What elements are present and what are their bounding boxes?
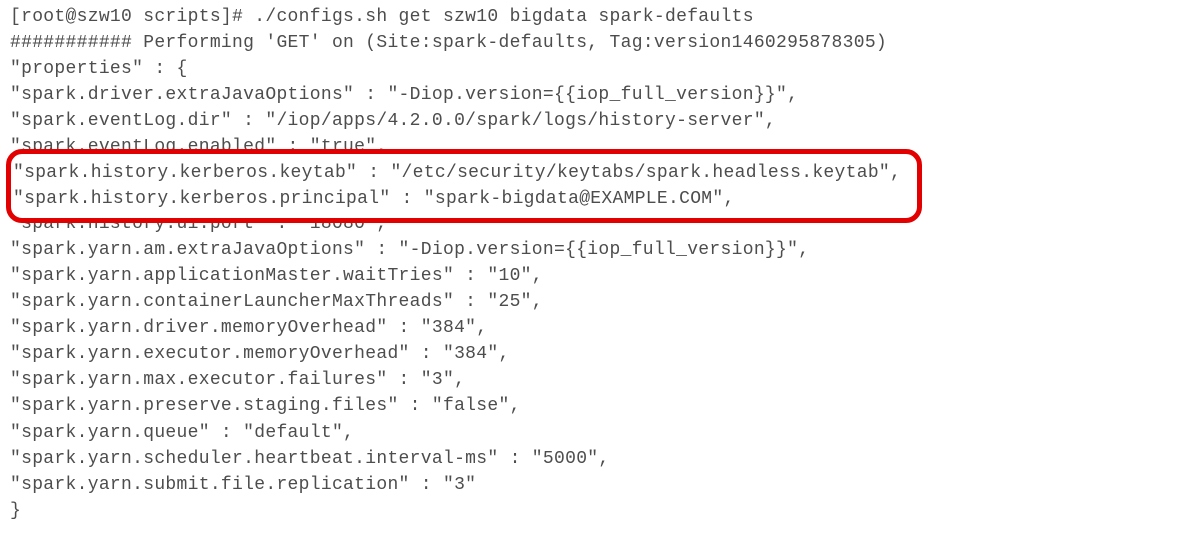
prop-yarn-submit-repl: "spark.yarn.submit.file.replication" : "… xyxy=(10,472,1178,498)
prop-yarn-container-max: "spark.yarn.containerLauncherMaxThreads"… xyxy=(10,289,1178,315)
prop-yarn-am-extraJava: "spark.yarn.am.extraJavaOptions" : "-Dio… xyxy=(10,237,1178,263)
terminal-status-line: ########### Performing 'GET' on (Site:sp… xyxy=(10,30,1178,56)
prop-yarn-driver-memOv: "spark.yarn.driver.memoryOverhead" : "38… xyxy=(10,315,1178,341)
prop-yarn-am-waitTries: "spark.yarn.applicationMaster.waitTries"… xyxy=(10,263,1178,289)
prop-yarn-max-exec-fail: "spark.yarn.max.executor.failures" : "3"… xyxy=(10,367,1178,393)
prop-history-kerberos-principal: "spark.history.kerberos.principal" : "sp… xyxy=(11,186,917,212)
terminal-prompt-line: [root@szw10 scripts]# ./configs.sh get s… xyxy=(10,4,1178,30)
prop-history-kerberos-keytab: "spark.history.kerberos.keytab" : "/etc/… xyxy=(11,160,917,186)
prop-yarn-preserve-staging: "spark.yarn.preserve.staging.files" : "f… xyxy=(10,393,1178,419)
prop-yarn-queue: "spark.yarn.queue" : "default", xyxy=(10,420,1178,446)
prop-eventLog-dir: "spark.eventLog.dir" : "/iop/apps/4.2.0.… xyxy=(10,108,1178,134)
prop-yarn-sched-hb: "spark.yarn.scheduler.heartbeat.interval… xyxy=(10,446,1178,472)
highlighted-kerberos-props: "spark.history.kerberos.keytab" : "/etc/… xyxy=(6,149,922,223)
properties-close: } xyxy=(10,498,1178,524)
properties-open: "properties" : { xyxy=(10,56,1178,82)
prop-yarn-exec-memOv: "spark.yarn.executor.memoryOverhead" : "… xyxy=(10,341,1178,367)
prop-driver-extraJava: "spark.driver.extraJavaOptions" : "-Diop… xyxy=(10,82,1178,108)
